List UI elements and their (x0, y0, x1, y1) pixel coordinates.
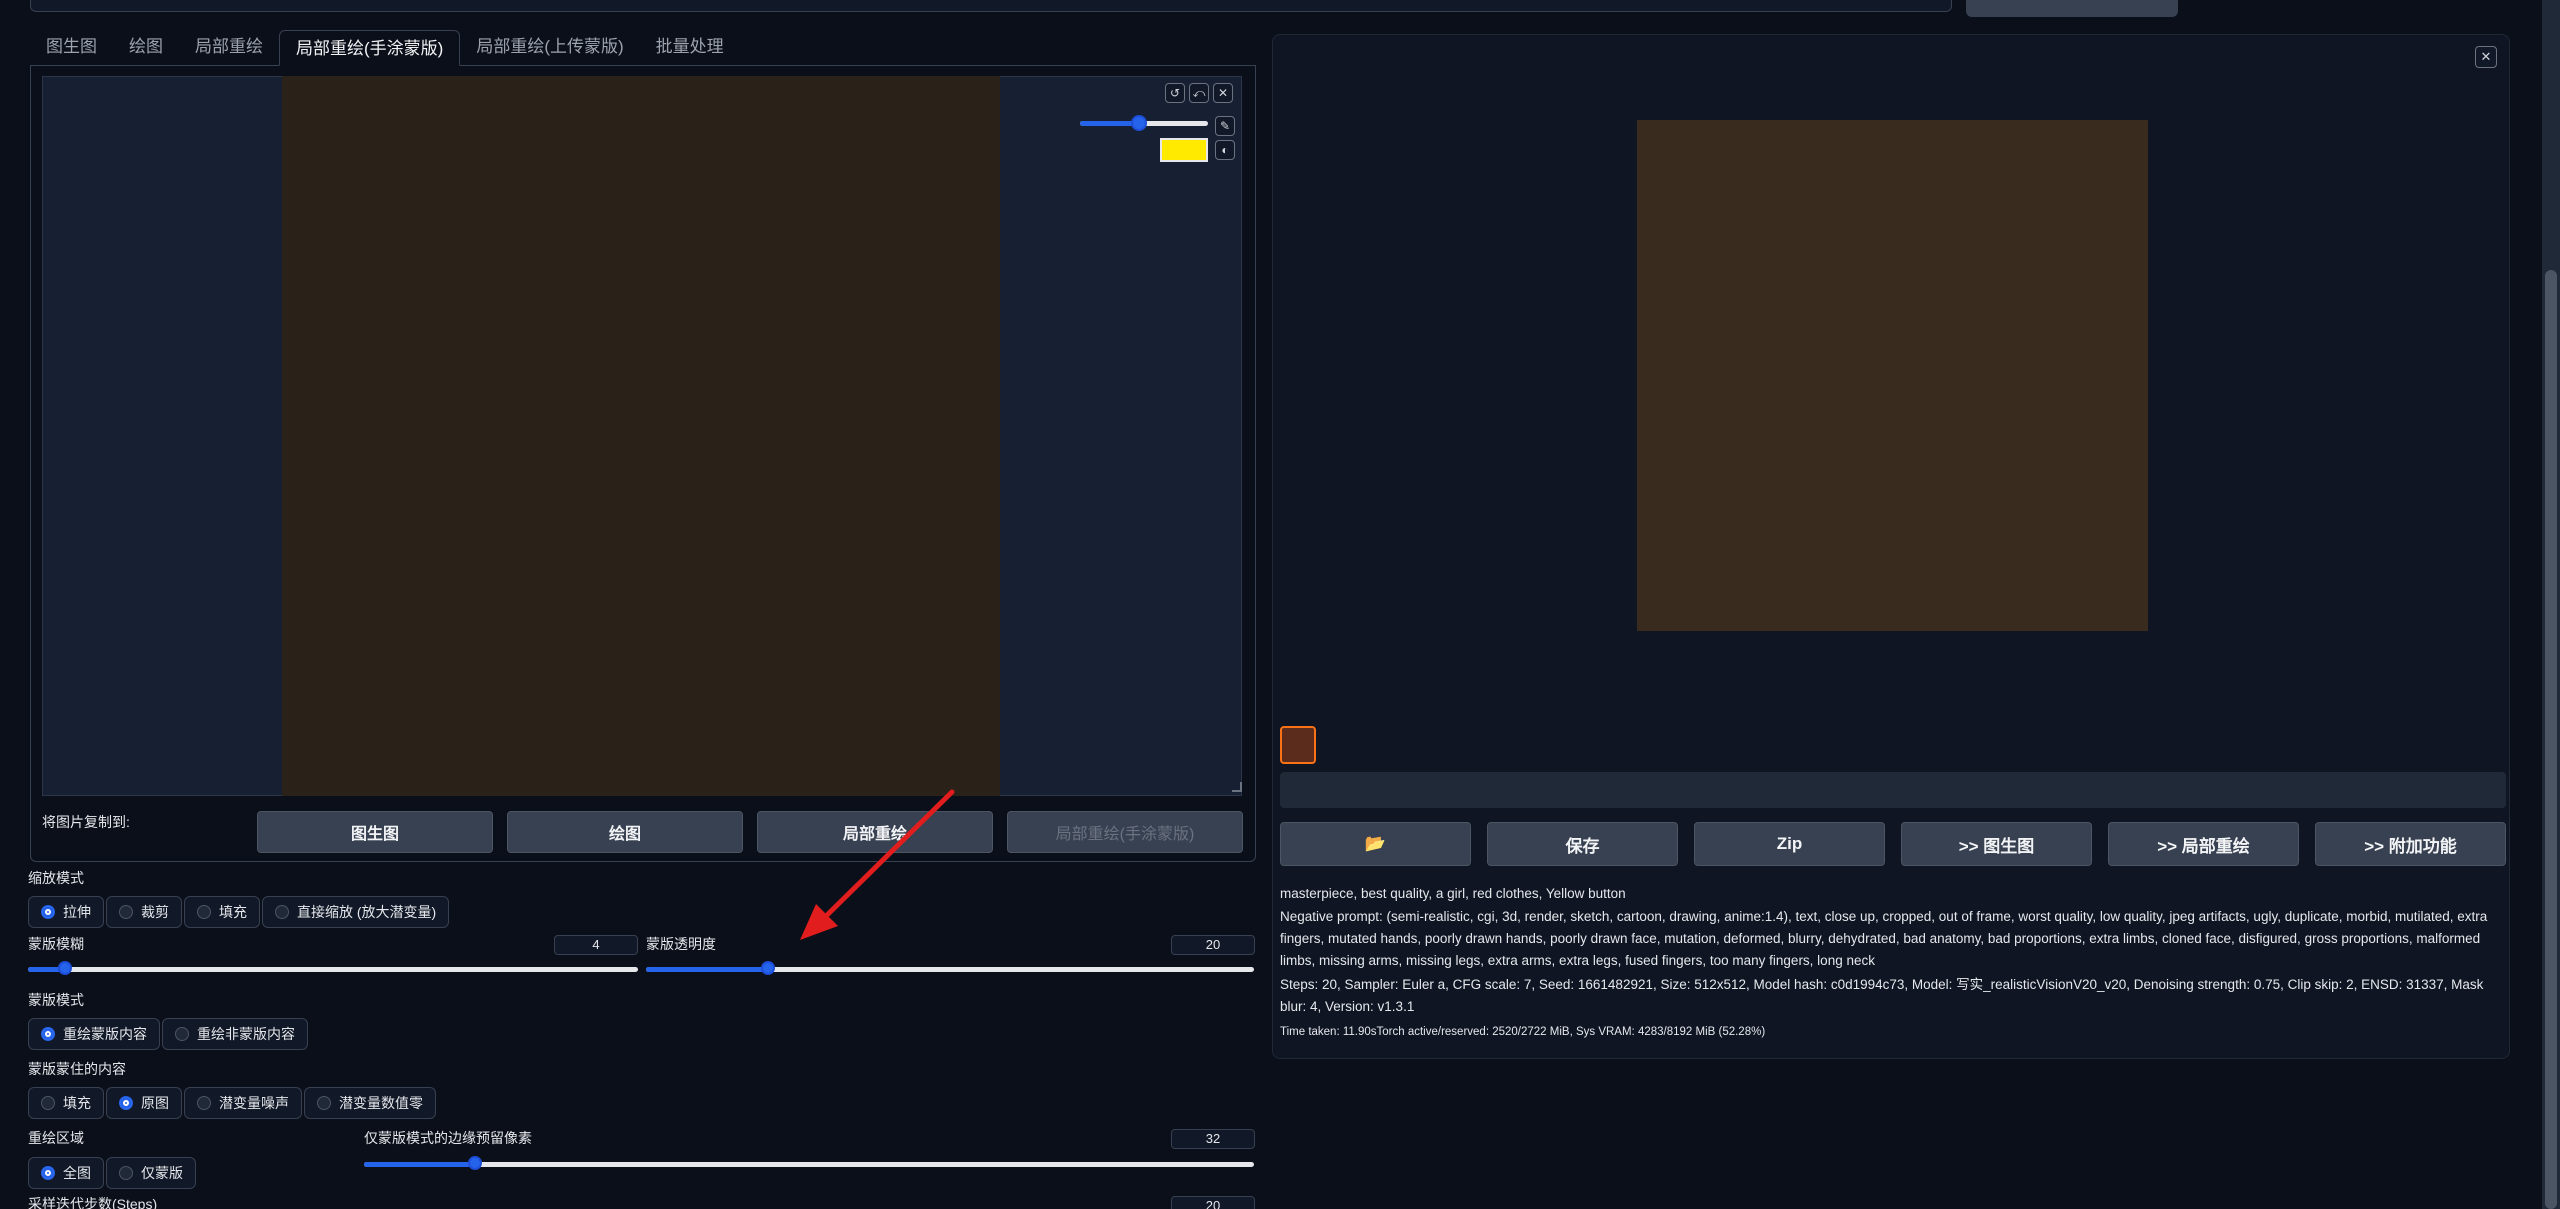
steps-value[interactable]: 20 (1171, 1196, 1255, 1209)
padding-value[interactable]: 32 (1171, 1129, 1255, 1149)
clear-icon[interactable]: ⤺ (1189, 83, 1209, 103)
annotation-arrow (800, 789, 955, 940)
send-to-img2img-button[interactable]: >> 图生图 (1901, 822, 2092, 866)
save-button[interactable]: 保存 (1487, 822, 1678, 866)
send-to-inpaint-button[interactable]: >> 局部重绘 (2108, 822, 2299, 866)
generate-button-bottom-edge[interactable] (1966, 0, 2178, 17)
masked-content-label: 蒙版蒙住的内容 (28, 1061, 126, 1077)
close-icon[interactable]: ✕ (2475, 46, 2497, 68)
tab-bar: 图生图 绘图 局部重绘 局部重绘(手涂蒙版) 局部重绘(上传蒙版) 批量处理 (30, 30, 1256, 66)
copy-to-sketch-button[interactable]: 绘图 (507, 811, 743, 853)
open-folder-button[interactable]: 📂 (1280, 822, 1471, 866)
copy-to-inpaint-sketch-button[interactable]: 局部重绘(手涂蒙版) (1007, 811, 1243, 853)
brush-color-swatch[interactable] (1160, 138, 1208, 162)
radio-resize-fill[interactable]: 填充 (184, 896, 260, 928)
generation-prompt: masterpiece, best quality, a girl, red c… (1280, 886, 1626, 901)
copy-to-img2img-button[interactable]: 图生图 (257, 811, 493, 853)
padding-slider[interactable] (364, 1156, 1254, 1170)
mask-mode-group: 重绘蒙版内容 重绘非蒙版内容 (28, 1018, 308, 1050)
radio-content-fill[interactable]: 填充 (28, 1087, 104, 1119)
prompt-field-bottom-edge[interactable] (30, 0, 1952, 12)
generation-params: Steps: 20, Sampler: Euler a, CFG scale: … (1280, 977, 2484, 1014)
mask-transparency-value[interactable]: 20 (1171, 935, 1255, 955)
radio-resize-latent[interactable]: 直接缩放 (放大潜变量) (262, 896, 450, 928)
mask-transparency-slider[interactable] (646, 961, 1254, 975)
remove-image-icon[interactable]: ✕ (1213, 83, 1233, 103)
palette-icon[interactable]: ◐ (1215, 140, 1235, 160)
canvas-image[interactable] (282, 76, 1000, 796)
masked-content-group: 填充 原图 潜变量噪声 潜变量数值零 (28, 1087, 436, 1119)
folder-icon: 📂 (1364, 834, 1387, 853)
mask-blur-slider[interactable] (28, 961, 638, 975)
tab-inpaint-sketch[interactable]: 局部重绘(手涂蒙版) (279, 30, 461, 66)
resize-mode-group: 拉伸 裁剪 填充 直接缩放 (放大潜变量) (28, 896, 450, 928)
mask-mode-label: 蒙版模式 (28, 992, 84, 1008)
brush-size-slider[interactable] (1080, 115, 1208, 131)
inpaint-area-label: 重绘区域 (28, 1130, 84, 1146)
mask-blur-value[interactable]: 4 (554, 935, 638, 955)
zip-button[interactable]: Zip (1694, 822, 1885, 866)
radio-inpaint-masked[interactable]: 重绘蒙版内容 (28, 1018, 160, 1050)
tab-sketch[interactable]: 绘图 (113, 29, 179, 65)
tab-img2img[interactable]: 图生图 (30, 29, 113, 65)
mask-blur-label: 蒙版模糊 (28, 936, 84, 952)
result-info-bar (1280, 772, 2506, 808)
radio-area-only-masked[interactable]: 仅蒙版 (106, 1157, 196, 1189)
radio-content-latent-noise[interactable]: 潜变量噪声 (184, 1087, 302, 1119)
tab-batch[interactable]: 批量处理 (640, 29, 740, 65)
radio-area-whole[interactable]: 全图 (28, 1157, 104, 1189)
generation-negative-prompt: Negative prompt: (semi-realistic, cgi, 3… (1280, 909, 2488, 968)
canvas-toolbar: ↺ ⤺ ✕ (1165, 83, 1233, 103)
tab-inpaint-upload[interactable]: 局部重绘(上传蒙版) (460, 29, 639, 65)
steps-label: 采样迭代步数(Steps) (28, 1196, 158, 1209)
generation-time: Time taken: 11.90sTorch active/reserved:… (1280, 1026, 1766, 1038)
inpaint-area-group: 全图 仅蒙版 (28, 1157, 196, 1189)
copy-to-label: 将图片复制到: (42, 814, 130, 830)
brush-icon[interactable]: ✎ (1215, 116, 1235, 136)
radio-content-original[interactable]: 原图 (106, 1087, 182, 1119)
padding-label: 仅蒙版模式的边缘预留像素 (364, 1130, 532, 1146)
result-image[interactable] (1637, 120, 2148, 631)
scrollbar-thumb[interactable] (2545, 270, 2557, 1209)
send-to-extras-button[interactable]: >> 附加功能 (2315, 822, 2506, 866)
resize-mode-label: 缩放模式 (28, 870, 84, 886)
undo-icon[interactable]: ↺ (1165, 83, 1185, 103)
resize-handle-icon[interactable] (1232, 782, 1242, 792)
tab-inpaint[interactable]: 局部重绘 (179, 29, 279, 65)
radio-content-latent-nothing[interactable]: 潜变量数值零 (304, 1087, 436, 1119)
mask-transparency-label: 蒙版透明度 (646, 936, 716, 952)
canvas-image-placeholder (282, 76, 1000, 796)
radio-resize-crop[interactable]: 裁剪 (106, 896, 182, 928)
result-thumbnail[interactable] (1280, 726, 1316, 764)
radio-resize-stretch[interactable]: 拉伸 (28, 896, 104, 928)
radio-inpaint-not-masked[interactable]: 重绘非蒙版内容 (162, 1018, 308, 1050)
